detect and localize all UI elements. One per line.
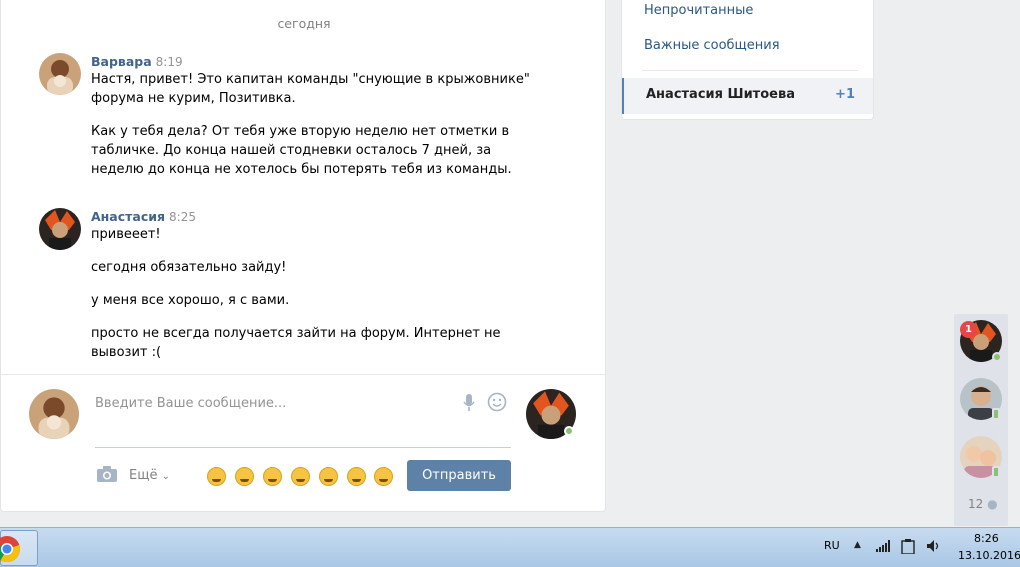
avatar[interactable] [39, 208, 81, 250]
menu-item-active-conversation[interactable]: Анастасия Шитоева +1 [622, 78, 873, 114]
message-text: у меня все хорошо, я с вами. [91, 293, 290, 308]
online-friends-button[interactable]: 12 ● [968, 497, 998, 511]
online-indicator [992, 352, 1002, 362]
date-separator: сегодня [277, 16, 331, 31]
volume-icon[interactable] [926, 539, 942, 556]
message-text: вывозит :( [91, 345, 162, 360]
menu-item-important[interactable]: Важные сообщения [644, 38, 780, 53]
emoji-happy-icon[interactable] [291, 467, 310, 486]
message-time: 8:25 [169, 210, 196, 224]
network-signal-icon[interactable] [876, 540, 892, 555]
microphone-icon[interactable] [463, 394, 475, 416]
menu-item-unread[interactable]: Непрочитанные [644, 3, 753, 18]
clock-date[interactable]: 13.10.2016 [958, 549, 1020, 562]
message-input[interactable]: Введите Ваше сообщение... [95, 396, 286, 411]
online-count: 12 [968, 497, 984, 511]
emoji-laughing-icon[interactable] [207, 467, 226, 486]
message-author[interactable]: Варвара [91, 54, 152, 69]
os-taskbar: RU ▲ 8:26 13.10.2016 [0, 527, 1020, 567]
clock-time[interactable]: 8:26 [974, 532, 999, 545]
avatar[interactable] [39, 53, 81, 95]
more-label: Ещё [129, 468, 158, 483]
show-hidden-icons-icon[interactable]: ▲ [854, 540, 861, 550]
composer-divider [1, 374, 605, 375]
emoji-kiss-icon[interactable] [263, 467, 282, 486]
emoji-smile-icon[interactable] [235, 467, 254, 486]
active-conversation-name: Анастасия Шитоева [646, 87, 795, 102]
online-indicator [564, 426, 574, 436]
chevron-down-icon: ⌄ [161, 471, 170, 482]
message-text: привееет! [91, 227, 161, 242]
emoji-tired-icon[interactable] [374, 467, 393, 486]
message-text: неделю до конца не хотелось бы потерять … [91, 162, 512, 177]
message-text: форума не курим, Позитивка. [91, 91, 296, 106]
clipboard-icon[interactable] [901, 539, 915, 557]
user-icon: ● [987, 497, 998, 511]
mobile-online-icon [992, 466, 1000, 478]
message-author[interactable]: Анастасия [91, 209, 165, 224]
message-text: Настя, привет! Это капитан команды "сную… [91, 72, 530, 87]
unread-badge: 1 [960, 321, 977, 338]
mobile-online-icon [992, 408, 1000, 420]
keyboard-language[interactable]: RU [824, 539, 840, 552]
message-text: Как у тебя дела? От тебя уже вторую неде… [91, 124, 510, 139]
emoji-scream-icon[interactable] [347, 467, 366, 486]
message-time: 8:19 [155, 55, 183, 69]
send-button[interactable]: Отправить [407, 460, 511, 491]
contacts-strip [954, 314, 1008, 526]
own-avatar[interactable] [29, 389, 79, 439]
input-underline [95, 447, 511, 448]
more-attachments-button[interactable]: Ещё ⌄ [129, 468, 170, 483]
camera-icon[interactable] [97, 466, 117, 486]
chat-panel: сегодня Варвара 8:19 Настя, привет! Это к… [0, 0, 606, 512]
emoji-icon[interactable] [487, 392, 507, 416]
chrome-taskbar-button[interactable] [0, 530, 38, 566]
emoji-grin-icon[interactable] [319, 467, 338, 486]
message-text: табличке. До конца нашей стодневки остал… [91, 143, 492, 158]
chrome-icon [0, 536, 20, 563]
message-text: сегодня обязательно зайду! [91, 260, 287, 275]
conversation-filter-menu: Непрочитанные Важные сообщения Анастасия… [621, 0, 874, 120]
menu-divider [642, 70, 858, 71]
message-text: просто не всегда получается зайти на фор… [91, 326, 501, 341]
unread-count: +1 [835, 87, 855, 102]
